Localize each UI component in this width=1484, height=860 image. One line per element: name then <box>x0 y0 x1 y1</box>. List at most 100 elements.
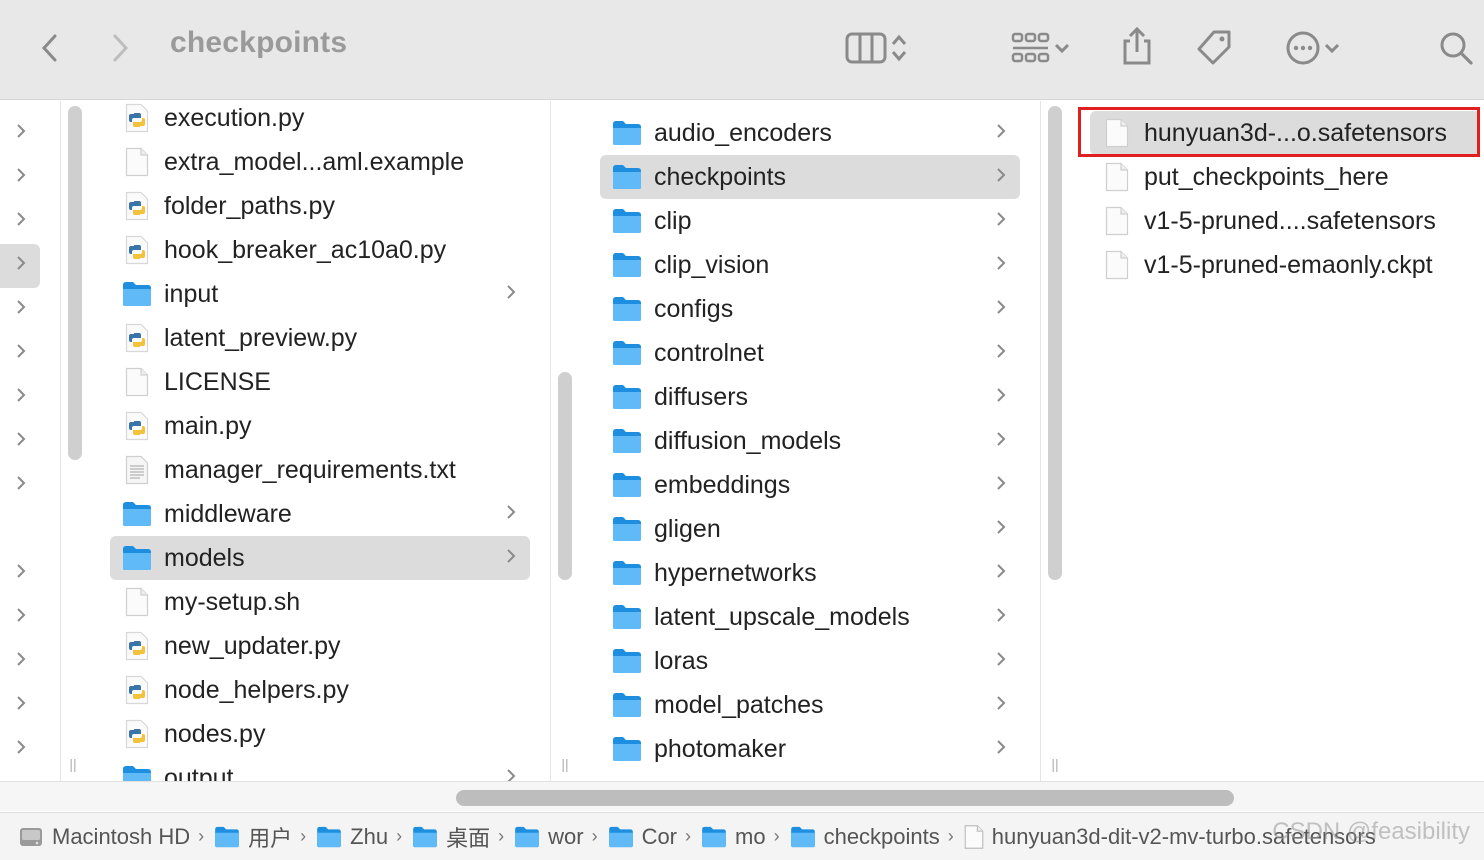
folder-item[interactable]: controlnet <box>600 331 1020 375</box>
file-item[interactable]: nodes.py <box>110 712 530 756</box>
folder-item[interactable]: input <box>110 272 530 316</box>
file-item[interactable]: my-setup.sh <box>110 580 530 624</box>
folder-item[interactable]: checkpoints <box>600 155 1020 199</box>
path-crumb[interactable]: 用户 › <box>214 821 316 853</box>
path-crumb[interactable]: Cor › <box>608 824 701 850</box>
watermark: CSDN @feasibility <box>1272 818 1470 845</box>
folder-icon <box>316 826 342 848</box>
folder-item[interactable]: diffusers <box>600 375 1020 419</box>
file-icon <box>122 147 152 177</box>
item-label: input <box>164 279 219 308</box>
chevron-right-icon <box>996 430 1006 453</box>
folder-item[interactable]: embeddings <box>600 463 1020 507</box>
file-item[interactable]: new_updater.py <box>110 624 530 668</box>
column-parent-scrollbar[interactable] <box>68 106 82 460</box>
item-label: middleware <box>164 499 292 528</box>
back-button[interactable] <box>34 30 64 66</box>
column-divider[interactable] <box>60 101 61 781</box>
file-item[interactable]: extra_model...aml.example <box>110 140 530 184</box>
folder-item[interactable]: gligen <box>600 507 1020 551</box>
chevron-right-icon: › <box>685 826 692 846</box>
search-button[interactable] <box>1436 28 1476 68</box>
columns-view-icon <box>845 32 887 64</box>
file-item[interactable]: latent_preview.py <box>110 316 530 360</box>
file-item[interactable]: node_helpers.py <box>110 668 530 712</box>
folder-item[interactable]: models <box>110 536 530 580</box>
python-file-icon <box>122 103 152 133</box>
path-crumb[interactable]: checkpoints › <box>790 824 964 850</box>
item-label: LICENSE <box>164 367 271 396</box>
column-comfyui-scrollbar[interactable] <box>558 372 572 580</box>
more-actions-button[interactable] <box>1278 28 1350 68</box>
folder-icon <box>612 558 642 588</box>
file-item[interactable]: v1-5-pruned-emaonly.ckpt <box>1090 243 1480 287</box>
file-item[interactable]: hook_breaker_ac10a0.py <box>110 228 530 272</box>
folder-item[interactable]: middleware <box>110 492 530 536</box>
column-divider[interactable] <box>1040 101 1041 781</box>
chevron-right-icon <box>506 767 516 781</box>
column-resize-handle[interactable]: || <box>1048 756 1062 776</box>
column-resize-handle[interactable]: || <box>558 756 572 776</box>
path-crumb[interactable]: wor › <box>514 824 607 850</box>
folder-item[interactable]: audio_encoders <box>600 111 1020 155</box>
folder-icon <box>612 602 642 632</box>
file-item[interactable]: v1-5-pruned....safetensors <box>1090 199 1480 243</box>
path-crumb[interactable]: mo › <box>701 824 790 850</box>
path-crumb-label: 用户 <box>248 825 293 851</box>
folder-item[interactable]: loras <box>600 639 1020 683</box>
folder-item[interactable]: latent_upscale_models <box>600 595 1020 639</box>
folder-item[interactable]: clip_vision <box>600 243 1020 287</box>
chevron-right-icon <box>16 694 26 717</box>
chevron-right-icon <box>996 122 1006 145</box>
path-crumb[interactable]: Macintosh HD › <box>18 824 214 850</box>
file-item[interactable]: put_checkpoints_here <box>1090 155 1480 199</box>
file-item[interactable]: manager_requirements.txt <box>110 448 530 492</box>
horizontal-scrollbar[interactable] <box>456 790 1234 806</box>
python-file-icon <box>122 675 152 705</box>
group-button[interactable] <box>1004 28 1080 68</box>
column-models-scrollbar[interactable] <box>1048 106 1062 580</box>
item-label: put_checkpoints_here <box>1144 162 1389 191</box>
forward-button[interactable] <box>106 30 136 66</box>
folder-item[interactable]: output <box>110 756 530 781</box>
folder-item[interactable]: configs <box>600 287 1020 331</box>
chevron-right-icon <box>16 210 26 233</box>
folder-icon <box>701 826 727 848</box>
chevron-right-icon <box>996 474 1006 497</box>
item-label: latent_preview.py <box>164 323 358 352</box>
file-item[interactable]: folder_paths.py <box>110 184 530 228</box>
path-crumb[interactable]: Zhu › <box>316 824 412 850</box>
view-mode-button[interactable] <box>834 28 920 68</box>
folder-icon <box>214 826 240 848</box>
chevron-right-icon <box>996 738 1006 761</box>
folder-item[interactable]: hypernetworks <box>600 551 1020 595</box>
path-crumb[interactable]: 桌面 › <box>412 821 514 853</box>
file-item[interactable]: main.py <box>110 404 530 448</box>
file-item[interactable]: LICENSE <box>110 360 530 404</box>
column-resize-handle[interactable]: || <box>66 756 80 776</box>
path-crumb-label: checkpoints <box>823 823 940 849</box>
chevron-right-icon <box>16 122 26 145</box>
ellipsis-circle-icon <box>1286 31 1320 65</box>
column-checkpoints: hunyuan3d-...o.safetensors put_checkpoint… <box>1070 101 1484 781</box>
file-item[interactable]: execution.py <box>110 101 530 140</box>
share-button[interactable] <box>1118 24 1156 68</box>
tag-button[interactable] <box>1192 26 1236 70</box>
chevron-down-icon <box>1054 43 1070 54</box>
folder-icon <box>122 763 152 781</box>
chevron-right-icon <box>16 606 26 629</box>
folder-item[interactable]: diffusion_models <box>600 419 1020 463</box>
item-label: embeddings <box>654 470 791 499</box>
grid-icon <box>1011 32 1050 63</box>
folder-item[interactable]: model_patches <box>600 683 1020 727</box>
hard-disk-icon <box>18 824 44 850</box>
chevron-right-icon <box>996 518 1006 541</box>
column-divider[interactable] <box>550 101 551 781</box>
folder-item[interactable]: clip <box>600 199 1020 243</box>
tag-icon <box>1197 30 1231 65</box>
chevron-right-icon: › <box>396 826 403 846</box>
share-icon <box>1123 26 1151 65</box>
folder-item[interactable]: photomaker <box>600 727 1020 771</box>
chevron-left-icon <box>41 34 57 62</box>
folder-icon <box>612 294 642 324</box>
